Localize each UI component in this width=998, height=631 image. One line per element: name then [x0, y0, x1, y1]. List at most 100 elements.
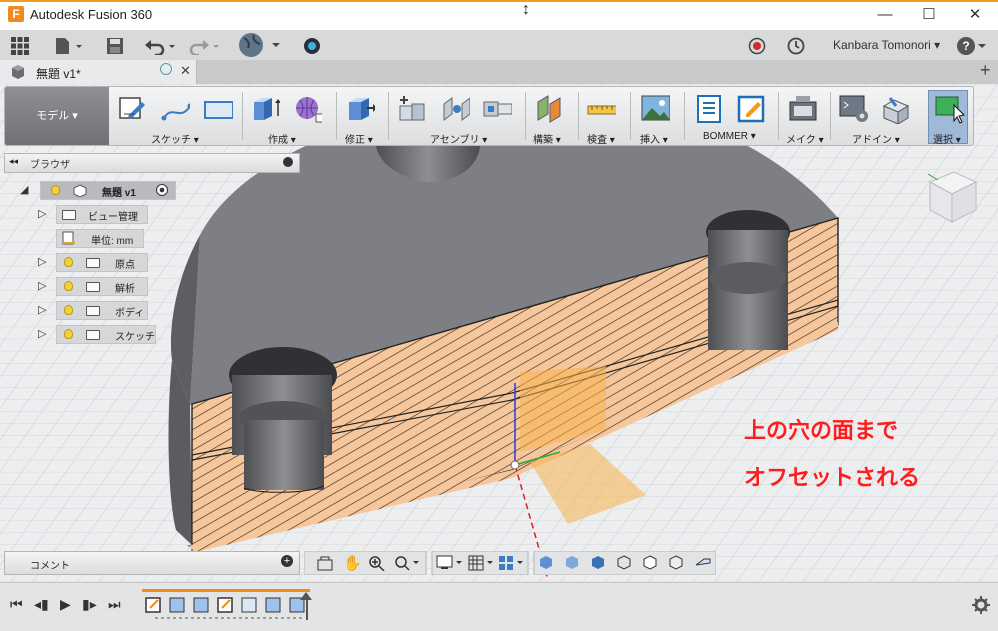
expand-sketches-icon[interactable]: ▷: [38, 327, 46, 340]
expand-analysis-icon[interactable]: ▷: [38, 279, 46, 292]
comments-label: コメント: [30, 561, 70, 572]
toolbar-separator: [388, 92, 389, 140]
origin-point: [510, 460, 520, 470]
toolbar-separator: [778, 92, 779, 140]
data-panel-globe-icon[interactable]: [236, 32, 286, 58]
extensions-icon[interactable]: [301, 35, 323, 57]
annotation-line-1: 上の穴の面まで: [744, 418, 899, 443]
bommer-list-icon[interactable]: [694, 94, 724, 124]
close-tab-button[interactable]: ✕: [180, 63, 191, 79]
fit-zoom-icon[interactable]: [394, 555, 420, 571]
timeline-features[interactable]: [140, 592, 320, 624]
help-icon[interactable]: ?: [957, 37, 975, 55]
new-tab-button[interactable]: +: [980, 60, 991, 81]
insert-group-label[interactable]: 挿入 ▾: [640, 131, 668, 146]
visibility-bulb-icon[interactable]: [64, 281, 73, 291]
create-sketch-icon[interactable]: [118, 94, 148, 124]
3d-print-icon[interactable]: [788, 94, 818, 124]
add-comment-button[interactable]: +: [281, 555, 293, 567]
toolbar-separator: [684, 92, 685, 140]
browser-item-label: ビュー管理: [88, 212, 138, 223]
measure-icon[interactable]: [586, 94, 616, 124]
timeline-end-button[interactable]: ⏭: [108, 596, 121, 613]
minimize-button[interactable]: —: [862, 2, 908, 28]
app-grid-icon[interactable]: [11, 37, 29, 55]
viewports-icon[interactable]: [498, 555, 526, 571]
offset-plane-icon[interactable]: [534, 94, 564, 124]
save-icon[interactable]: [106, 37, 124, 55]
timeline-step-forward-button[interactable]: ▮▸: [82, 596, 97, 613]
toolbar-separator: [578, 92, 579, 140]
browser-root-label: 無題 v1: [102, 188, 136, 199]
help-chevron-icon[interactable]: [977, 43, 987, 51]
toolbar-separator: [242, 92, 243, 140]
as-built-joint-icon[interactable]: [482, 94, 512, 124]
visibility-bulb-icon[interactable]: [51, 185, 60, 195]
job-status-icon[interactable]: [748, 37, 766, 55]
timeline-settings-gear-icon[interactable]: [972, 596, 990, 614]
timeline-start-button[interactable]: ⏮: [10, 596, 23, 613]
browser-item-label: スケッチ: [115, 332, 155, 343]
bommer-edit-icon[interactable]: [736, 94, 766, 124]
expand-bodies-icon[interactable]: ▷: [38, 303, 46, 316]
history-clock-icon[interactable]: [787, 37, 805, 55]
expand-views-icon[interactable]: ▷: [38, 207, 46, 220]
toolbar-separator: [336, 92, 337, 140]
new-component-icon[interactable]: [396, 94, 426, 124]
rectangle-icon[interactable]: [203, 94, 233, 124]
expand-root-icon[interactable]: ◢: [20, 183, 28, 196]
sync-status-icon: [160, 63, 172, 75]
make-group-label[interactable]: メイク ▾: [786, 131, 824, 146]
visibility-bulb-icon[interactable]: [64, 329, 73, 339]
timeline-play-button[interactable]: ▶: [60, 596, 71, 613]
visibility-bulb-icon[interactable]: [64, 305, 73, 315]
folder-icon: [86, 282, 100, 292]
redo-icon[interactable]: [188, 37, 222, 55]
joint-icon[interactable]: [440, 94, 470, 124]
bommer-group-label[interactable]: BOMMER ▾: [703, 131, 756, 142]
addins-group-label[interactable]: アドイン ▾: [852, 131, 900, 146]
construct-group-label[interactable]: 構築 ▾: [533, 131, 561, 146]
extrude-icon[interactable]: [250, 94, 280, 124]
select-group-label[interactable]: 選択 ▾: [933, 131, 961, 146]
inspect-group-label[interactable]: 検査 ▾: [587, 131, 615, 146]
annotation-line-2: オフセットされる: [744, 465, 921, 490]
close-window-button[interactable]: ✕: [952, 2, 998, 28]
create-group-label[interactable]: 作成 ▾: [268, 131, 296, 146]
maximize-button[interactable]: ☐: [906, 2, 952, 28]
orbit-icon[interactable]: [316, 555, 334, 571]
insert-image-icon[interactable]: [640, 94, 670, 124]
app-store-icon[interactable]: [880, 94, 910, 124]
window-title: Autodesk Fusion 360: [30, 7, 153, 22]
activate-component-icon[interactable]: [156, 184, 168, 196]
file-menu-icon[interactable]: [54, 36, 84, 56]
grid-settings-icon[interactable]: [468, 555, 496, 571]
units-document-icon: [62, 231, 75, 245]
visibility-bulb-icon[interactable]: [64, 257, 73, 267]
selection-filter-icons[interactable]: [538, 555, 718, 571]
undo-icon[interactable]: [144, 37, 178, 55]
user-account-menu[interactable]: Kanbara Tomonori ▾: [833, 38, 940, 52]
folder-icon: [86, 258, 100, 268]
line-icon[interactable]: [160, 94, 190, 124]
form-icon[interactable]: [292, 94, 322, 124]
browser-pin-icon[interactable]: [283, 157, 293, 167]
zoom-icon[interactable]: [368, 555, 386, 571]
browser-item-label: 単位: mm: [91, 236, 134, 247]
timeline-step-back-button[interactable]: ◂▮: [34, 596, 49, 613]
assemble-group-label[interactable]: アセンブリ ▾: [430, 131, 487, 146]
folder-icon: [62, 210, 76, 220]
resize-cursor-icon: ↕: [522, 1, 530, 18]
collapse-browser-icon[interactable]: ◂◂: [9, 156, 18, 167]
scripts-addins-icon[interactable]: [838, 94, 868, 124]
workspace-switcher-button[interactable]: モデル ▾: [5, 87, 109, 145]
folder-icon: [86, 330, 100, 340]
sketch-group-label[interactable]: スケッチ ▾: [151, 131, 199, 146]
modify-group-label[interactable]: 修正 ▾: [345, 131, 373, 146]
document-tab-label: 無題 v1*: [36, 67, 81, 81]
press-pull-icon[interactable]: [345, 94, 375, 124]
folder-icon: [86, 306, 100, 316]
display-settings-icon[interactable]: [436, 555, 464, 571]
pan-hand-icon[interactable]: ✋: [343, 554, 362, 572]
expand-origin-icon[interactable]: ▷: [38, 255, 46, 268]
